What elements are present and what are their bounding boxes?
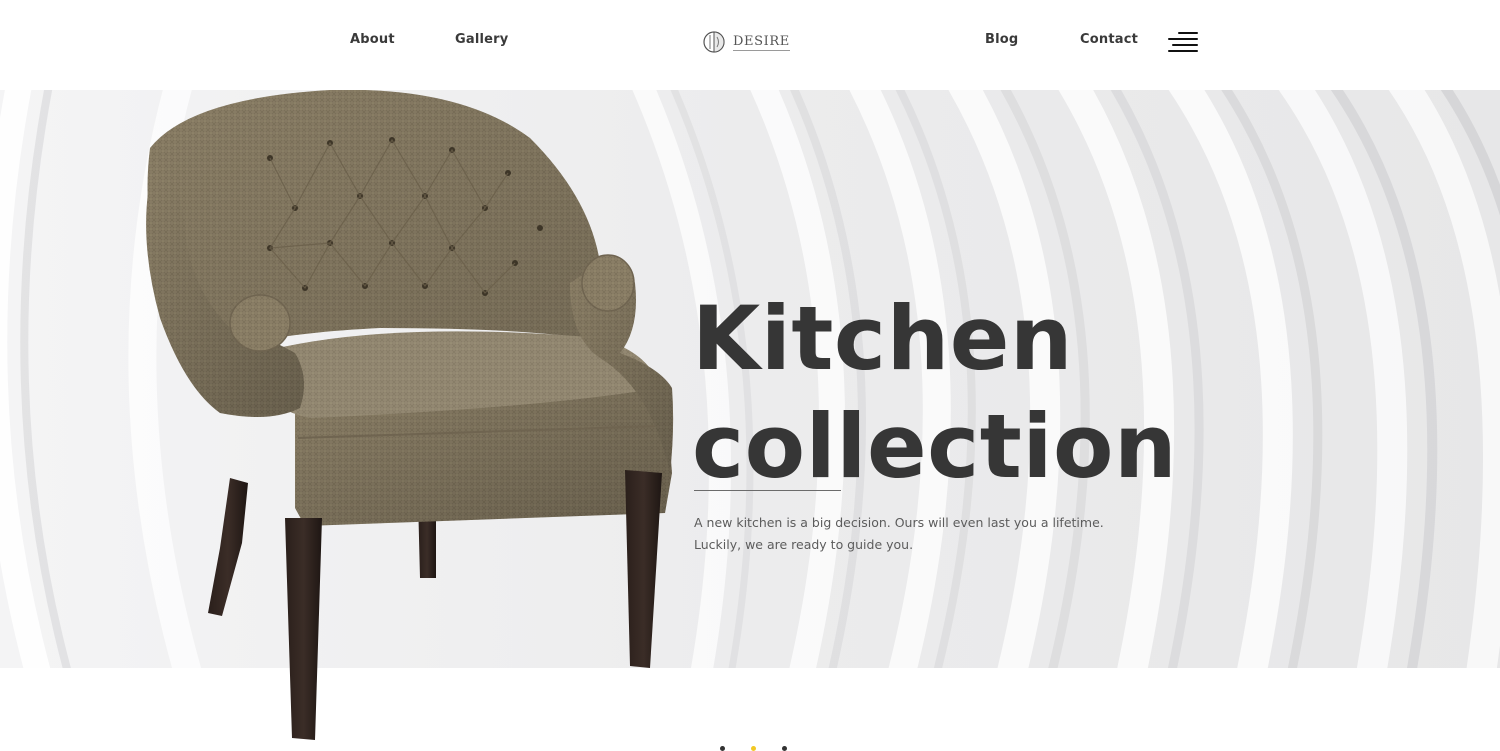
logo-text: DESIRE [733, 33, 790, 51]
slider-dot-2-active[interactable] [751, 746, 756, 751]
hamburger-menu-icon[interactable] [1167, 29, 1199, 55]
armchair-photo [146, 89, 674, 740]
site-header: About Gallery DESIRE Blog Contact [0, 0, 1500, 90]
logo-circle-icon [703, 31, 725, 53]
hero-description: A new kitchen is a big decision. Ours wi… [694, 515, 1104, 552]
page: About Gallery DESIRE Blog Contact Kitche… [0, 0, 1500, 751]
hero-title-line-2: collection [692, 395, 1178, 498]
hero-divider [694, 490, 841, 491]
nav-gallery-link[interactable]: Gallery [455, 32, 508, 47]
site-logo[interactable]: DESIRE [703, 30, 790, 54]
slider-dot-3[interactable] [782, 746, 787, 751]
nav-about-link[interactable]: About [350, 32, 395, 47]
hero-title: Kitchen collection [692, 285, 1177, 501]
slider-dot-1[interactable] [720, 746, 725, 751]
nav-blog-link[interactable]: Blog [985, 32, 1018, 47]
hero-title-line-1: Kitchen [692, 287, 1074, 390]
nav-contact-link[interactable]: Contact [1080, 32, 1138, 47]
slider-dots [716, 744, 796, 751]
